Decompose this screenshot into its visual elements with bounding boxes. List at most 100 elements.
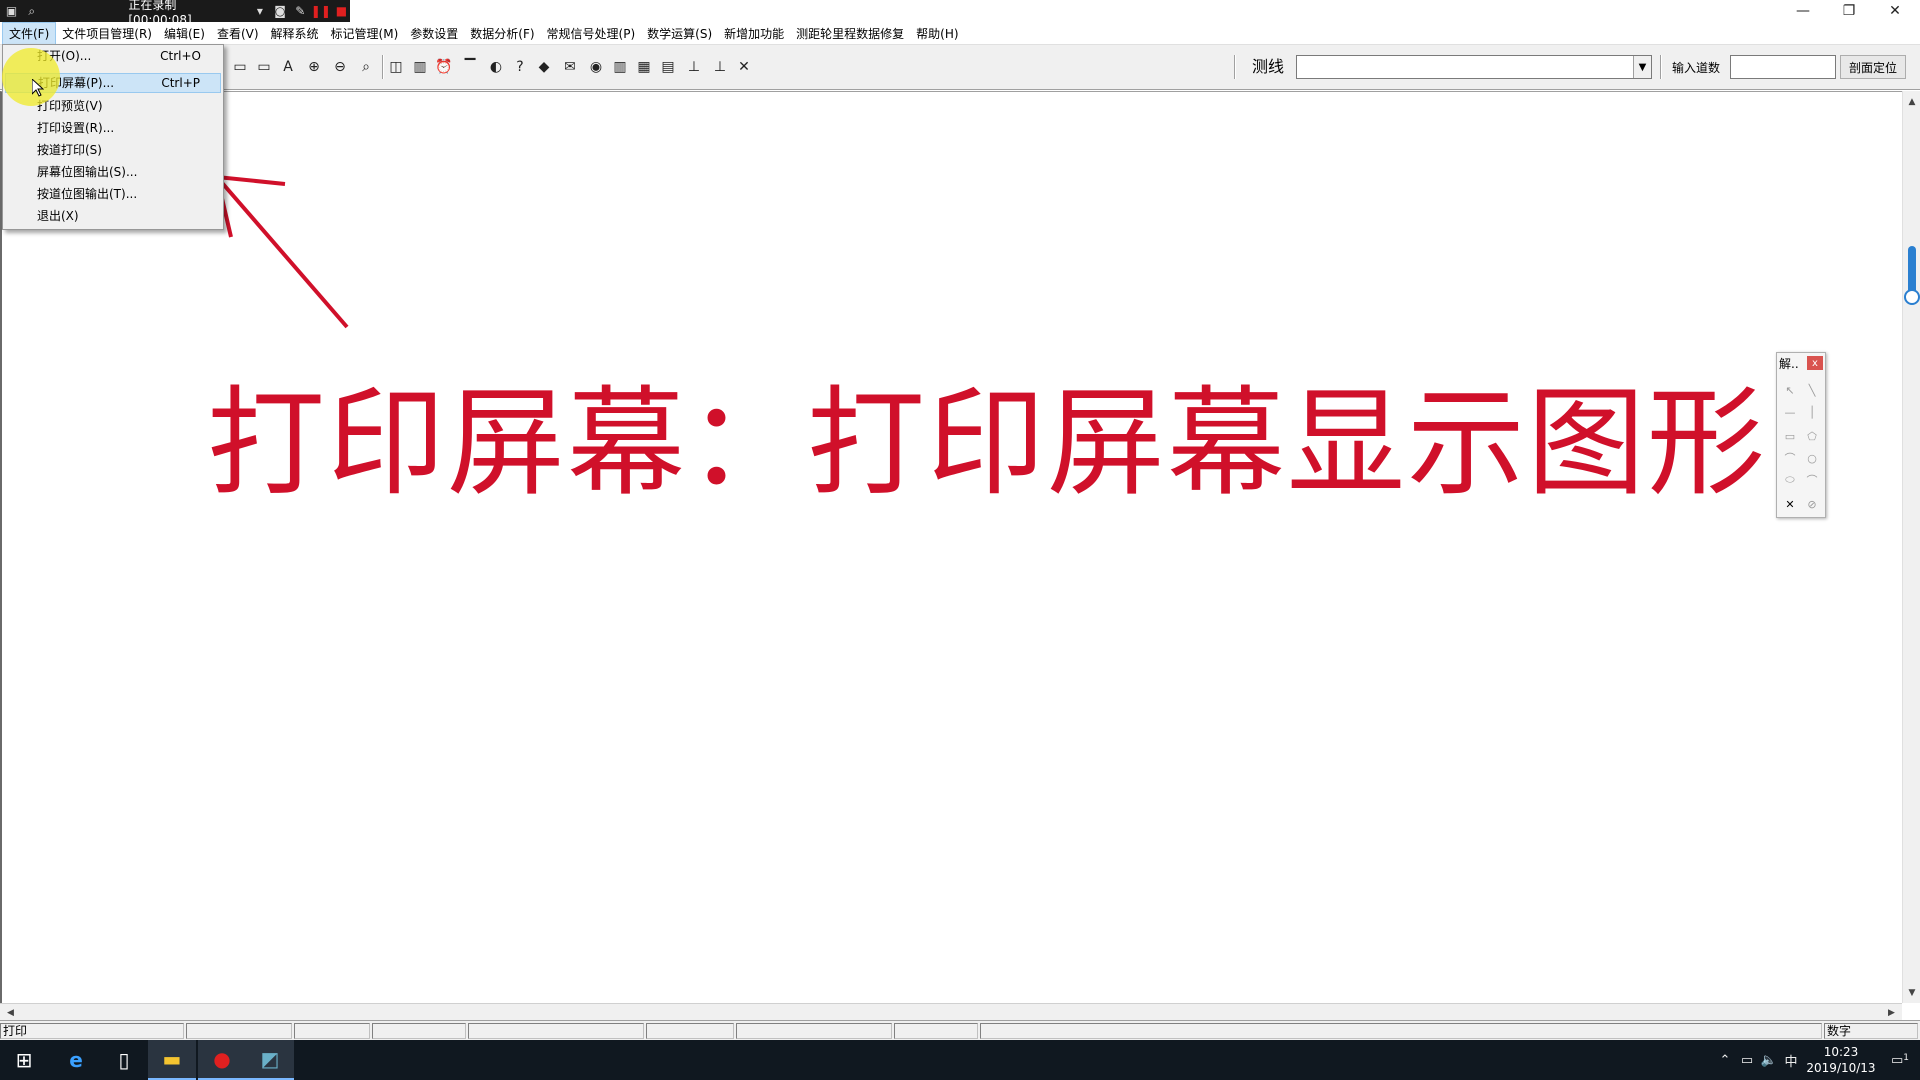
menu-item-trace-bitmap[interactable]: 按道位图输出(T)...	[5, 184, 221, 204]
alarm-icon[interactable]: ⏰	[434, 57, 454, 77]
chevron-down-icon[interactable]: ▼	[1633, 56, 1651, 78]
book-icon[interactable]: ◆	[534, 57, 554, 77]
mouse-cursor-icon	[32, 79, 44, 97]
rectangle-tool-icon[interactable]: ▭	[1781, 427, 1799, 445]
camera-icon[interactable]: ◙	[271, 2, 288, 20]
zoom-out-icon[interactable]: ⊖	[330, 57, 350, 77]
draw-panel-close-button[interactable]: x	[1807, 356, 1823, 370]
trace-count-input[interactable]	[1730, 55, 1836, 79]
draw-tools-panel: 解.. x ↖ ╲ — │ ▭ ⬠ ⌒ ○ ⬭ ⌒ ✕ ⊘	[1776, 352, 1826, 518]
freeform-tool-icon[interactable]: ⌒	[1781, 449, 1799, 467]
grid-icon[interactable]: ▤	[658, 57, 678, 77]
pen-icon[interactable]: ✎	[292, 2, 309, 20]
circle-tool-icon[interactable]: ○	[1803, 449, 1821, 467]
curve-tool-icon[interactable]: ⌒	[1803, 471, 1821, 489]
search-icon[interactable]: ⌕	[23, 2, 40, 20]
pointer-tool-icon[interactable]: ↖	[1781, 381, 1799, 399]
restore-icon: ❐	[1842, 3, 1856, 19]
clear-tool-icon[interactable]: ⊘	[1803, 495, 1821, 513]
text-tool-icon[interactable]: A	[278, 57, 298, 77]
scroll-down-icon[interactable]: ▼	[1903, 984, 1920, 1001]
status-pane	[372, 1023, 466, 1039]
zoom-in-icon[interactable]: ⊕	[304, 57, 324, 77]
record-icon[interactable]: ●	[198, 1040, 246, 1080]
clock[interactable]: 10:23 2019/10/13	[1802, 1044, 1880, 1076]
menu-odometer-repair[interactable]: 测距轮里程数据修复	[790, 23, 910, 44]
horizontal-scrollbar[interactable]: ◀ ▶	[0, 1003, 1902, 1020]
profile-locate-button[interactable]: 剖面定位	[1840, 55, 1906, 79]
menu-analysis[interactable]: 数据分析(F)	[464, 23, 540, 44]
status-pane	[894, 1023, 978, 1039]
chevron-up-icon[interactable]: ⌃	[1714, 1053, 1736, 1068]
clock-time: 10:23	[1823, 1045, 1859, 1059]
menu-item-label: 按道打印(S)	[37, 143, 102, 157]
menu-item-print-setup[interactable]: 打印设置(R)...	[5, 118, 221, 138]
minimize-button[interactable]: —	[1780, 0, 1826, 22]
file-icon[interactable]: ▯	[100, 1040, 148, 1080]
vertical-scrollbar[interactable]: ▲ ▼	[1902, 91, 1920, 1003]
scroll-left-icon[interactable]: ◀	[2, 1004, 19, 1021]
system-tray: ⌃ ▭ 🔈 中 10:23 2019/10/13 ▭ 1	[1714, 1040, 1920, 1080]
recording-bar: ▣ ⌕ 正在录制 [00:00:08] ▾ ◙ ✎ ❚❚ ■	[0, 0, 350, 27]
horizontal-line-tool-icon[interactable]: —	[1781, 403, 1799, 421]
tool-icon-2[interactable]: ▭	[254, 57, 274, 77]
menu-marker[interactable]: 标记管理(M)	[325, 23, 405, 44]
menu-file[interactable]: 文件(F)	[2, 21, 57, 45]
clock-date: 2019/10/13	[1806, 1061, 1876, 1075]
menu-help[interactable]: 帮助(H)	[910, 23, 964, 44]
menu-new-features[interactable]: 新增加功能	[718, 23, 790, 44]
columns-icon[interactable]: ▥	[610, 57, 630, 77]
menu-signal[interactable]: 常规信号处理(P)	[541, 23, 642, 44]
delete-tool-icon[interactable]: ✕	[1781, 495, 1799, 513]
notification-icon[interactable]: ▭ 1	[1880, 1053, 1920, 1068]
scroll-up-icon[interactable]: ▲	[1903, 93, 1920, 110]
scroll-thumb-handle[interactable]	[1904, 289, 1920, 305]
app-icon[interactable]: ◩	[246, 1040, 294, 1080]
vertical-line-tool-icon[interactable]: │	[1803, 403, 1821, 421]
panel-icon[interactable]: ▥	[410, 57, 430, 77]
survey-select[interactable]: ▼	[1296, 55, 1652, 79]
volume-icon[interactable]: 🔈	[1758, 1053, 1780, 1068]
menu-project[interactable]: 文件项目管理(R)	[56, 23, 158, 44]
zoom-icon[interactable]: ⌕	[356, 57, 376, 77]
plot-canvas[interactable]: 打印屏幕：打印屏幕显示图形	[0, 91, 1902, 1003]
menu-item-screen-bitmap[interactable]: 屏幕位图输出(S)...	[5, 162, 221, 182]
pause-icon[interactable]: ❚❚	[311, 2, 331, 20]
target-icon[interactable]: ◉	[586, 57, 606, 77]
scroll-right-icon[interactable]: ▶	[1883, 1004, 1900, 1021]
mail-icon[interactable]: ✉	[560, 57, 580, 77]
close-button[interactable]: ✕	[1872, 0, 1918, 22]
table-icon[interactable]: ▦	[634, 57, 654, 77]
toolbar-separator	[382, 55, 384, 79]
stop-icon[interactable]: ■	[333, 2, 350, 20]
help-icon[interactable]: ?	[510, 57, 530, 77]
menu-interpret[interactable]: 解释系统	[265, 23, 325, 44]
ellipse-tool-icon[interactable]: ⬭	[1781, 471, 1799, 489]
menu-params[interactable]: 参数设置	[404, 23, 464, 44]
menu-view[interactable]: 查看(V)	[211, 23, 265, 44]
edge-icon[interactable]: e	[52, 1040, 100, 1080]
minimize-icon: —	[1796, 3, 1810, 19]
explorer-icon[interactable]: ▬	[148, 1040, 196, 1080]
ime-indicator[interactable]: 中	[1780, 1051, 1802, 1070]
network-icon[interactable]: ▭	[1736, 1053, 1758, 1068]
layer-icon[interactable]: ▔	[460, 57, 480, 77]
baseline-down-icon[interactable]: ⊥	[710, 57, 730, 77]
menu-item-label: 屏幕位图输出(S)...	[37, 165, 138, 179]
tool-icon-1[interactable]: ▭	[230, 57, 250, 77]
dropdown-icon[interactable]: ▾	[251, 2, 268, 20]
restore-button[interactable]: ❐	[1826, 0, 1872, 22]
cross-icon[interactable]: ✕	[734, 57, 754, 77]
diagonal-line-tool-icon[interactable]: ╲	[1803, 381, 1821, 399]
menu-item-print-by-trace[interactable]: 按道打印(S)	[5, 140, 221, 160]
menu-item-shortcut: Ctrl+O	[160, 49, 201, 63]
menu-item-exit[interactable]: 退出(X)	[5, 206, 221, 226]
window-icon[interactable]: ▣	[3, 2, 20, 20]
windows-start-icon[interactable]: ⊞	[0, 1040, 48, 1080]
menu-math[interactable]: 数学运算(S)	[641, 23, 718, 44]
baseline-up-icon[interactable]: ⊥	[684, 57, 704, 77]
split-view-icon[interactable]: ◫	[386, 57, 406, 77]
color-icon[interactable]: ◐	[486, 57, 506, 77]
polygon-tool-icon[interactable]: ⬠	[1803, 427, 1821, 445]
menu-edit[interactable]: 编辑(E)	[158, 23, 211, 44]
